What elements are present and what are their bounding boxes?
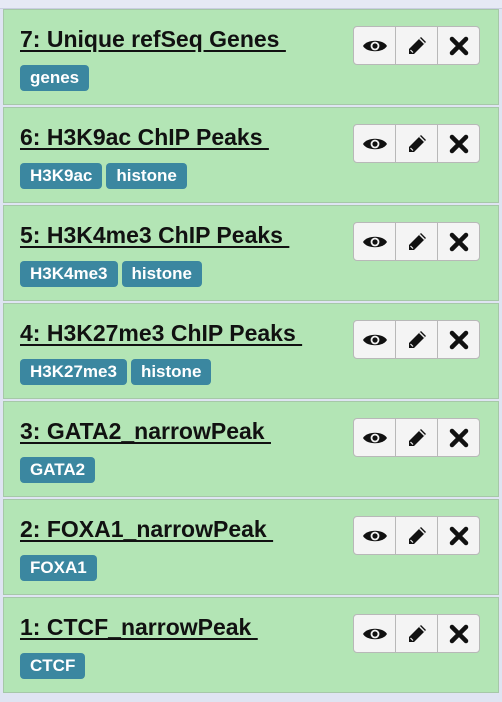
x-icon <box>449 624 469 644</box>
dataset-tags: H3K27me3 histone <box>20 359 212 385</box>
dataset-title[interactable]: 3: GATA2_narrowPeak <box>20 418 271 445</box>
dataset-item: 3: GATA2_narrowPeak GATA2 <box>3 401 499 497</box>
history-panel: 7: Unique refSeq Genes genes 6: H3K9ac C… <box>0 0 502 702</box>
dataset-actions <box>353 320 480 359</box>
view-button[interactable] <box>353 516 396 555</box>
view-button[interactable] <box>353 418 396 457</box>
delete-button[interactable] <box>437 614 480 653</box>
dataset-tag[interactable]: histone <box>130 359 212 385</box>
eye-icon <box>362 233 388 251</box>
view-button[interactable] <box>353 124 396 163</box>
pencil-icon <box>406 35 428 57</box>
dataset-tag[interactable]: H3K27me3 <box>20 359 127 385</box>
x-icon <box>449 134 469 154</box>
dataset-tag[interactable]: histone <box>106 163 187 189</box>
dataset-tag[interactable]: GATA2 <box>20 457 96 483</box>
edit-button[interactable] <box>395 516 438 555</box>
delete-button[interactable] <box>437 516 480 555</box>
dataset-tag[interactable]: CTCF <box>20 653 86 679</box>
dataset-item: 1: CTCF_narrowPeak CTCF <box>3 597 499 693</box>
view-button[interactable] <box>353 614 396 653</box>
dataset-tag[interactable]: H3K4me3 <box>20 261 118 287</box>
edit-button[interactable] <box>395 614 438 653</box>
delete-button[interactable] <box>437 320 480 359</box>
x-icon <box>449 36 469 56</box>
delete-button[interactable] <box>437 418 480 457</box>
dataset-actions <box>353 222 480 261</box>
dataset-actions <box>353 124 480 163</box>
eye-icon <box>362 135 388 153</box>
dataset-title[interactable]: 6: H3K9ac ChIP Peaks <box>20 124 269 151</box>
dataset-tag[interactable]: genes <box>20 65 90 91</box>
dataset-actions <box>353 614 480 653</box>
dataset-actions <box>353 516 480 555</box>
dataset-title[interactable]: 2: FOXA1_narrowPeak <box>20 516 273 543</box>
dataset-title[interactable]: 7: Unique refSeq Genes <box>20 26 286 53</box>
pencil-icon <box>406 133 428 155</box>
pencil-icon <box>406 427 428 449</box>
dataset-item: 5: H3K4me3 ChIP Peaks H3K4me3 histone <box>3 205 499 301</box>
view-button[interactable] <box>353 320 396 359</box>
dataset-tags: CTCF <box>20 653 86 679</box>
dataset-tag[interactable]: histone <box>121 261 202 287</box>
eye-icon <box>362 331 388 349</box>
dataset-actions <box>353 26 480 65</box>
x-icon <box>449 428 469 448</box>
x-icon <box>449 232 469 252</box>
dataset-title[interactable]: 1: CTCF_narrowPeak <box>20 614 258 641</box>
dataset-title[interactable]: 4: H3K27me3 ChIP Peaks <box>20 320 302 347</box>
eye-icon <box>362 527 388 545</box>
eye-icon <box>362 625 388 643</box>
dataset-tags: H3K9ac histone <box>20 163 187 189</box>
dataset-tags: H3K4me3 histone <box>20 261 202 287</box>
dataset-tags: FOXA1 <box>20 555 97 581</box>
view-button[interactable] <box>353 26 396 65</box>
panel-top-edge <box>0 0 502 9</box>
pencil-icon <box>406 623 428 645</box>
dataset-item: 2: FOXA1_narrowPeak FOXA1 <box>3 499 499 595</box>
dataset-tags: GATA2 <box>20 457 96 483</box>
x-icon <box>449 526 469 546</box>
pencil-icon <box>406 329 428 351</box>
delete-button[interactable] <box>437 26 480 65</box>
dataset-item: 6: H3K9ac ChIP Peaks H3K9ac histone <box>3 107 499 203</box>
eye-icon <box>362 37 388 55</box>
edit-button[interactable] <box>395 320 438 359</box>
x-icon <box>449 330 469 350</box>
edit-button[interactable] <box>395 26 438 65</box>
dataset-tags: genes <box>20 65 90 91</box>
view-button[interactable] <box>353 222 396 261</box>
pencil-icon <box>406 525 428 547</box>
eye-icon <box>362 429 388 447</box>
dataset-tag[interactable]: FOXA1 <box>20 555 97 581</box>
dataset-item: 7: Unique refSeq Genes genes <box>3 9 499 105</box>
dataset-item: 4: H3K27me3 ChIP Peaks H3K27me3 histone <box>3 303 499 399</box>
pencil-icon <box>406 231 428 253</box>
delete-button[interactable] <box>437 222 480 261</box>
dataset-list: 7: Unique refSeq Genes genes 6: H3K9ac C… <box>3 9 499 693</box>
edit-button[interactable] <box>395 418 438 457</box>
edit-button[interactable] <box>395 222 438 261</box>
delete-button[interactable] <box>437 124 480 163</box>
dataset-actions <box>353 418 480 457</box>
edit-button[interactable] <box>395 124 438 163</box>
dataset-tag[interactable]: H3K9ac <box>20 163 103 189</box>
dataset-title[interactable]: 5: H3K4me3 ChIP Peaks <box>20 222 289 249</box>
